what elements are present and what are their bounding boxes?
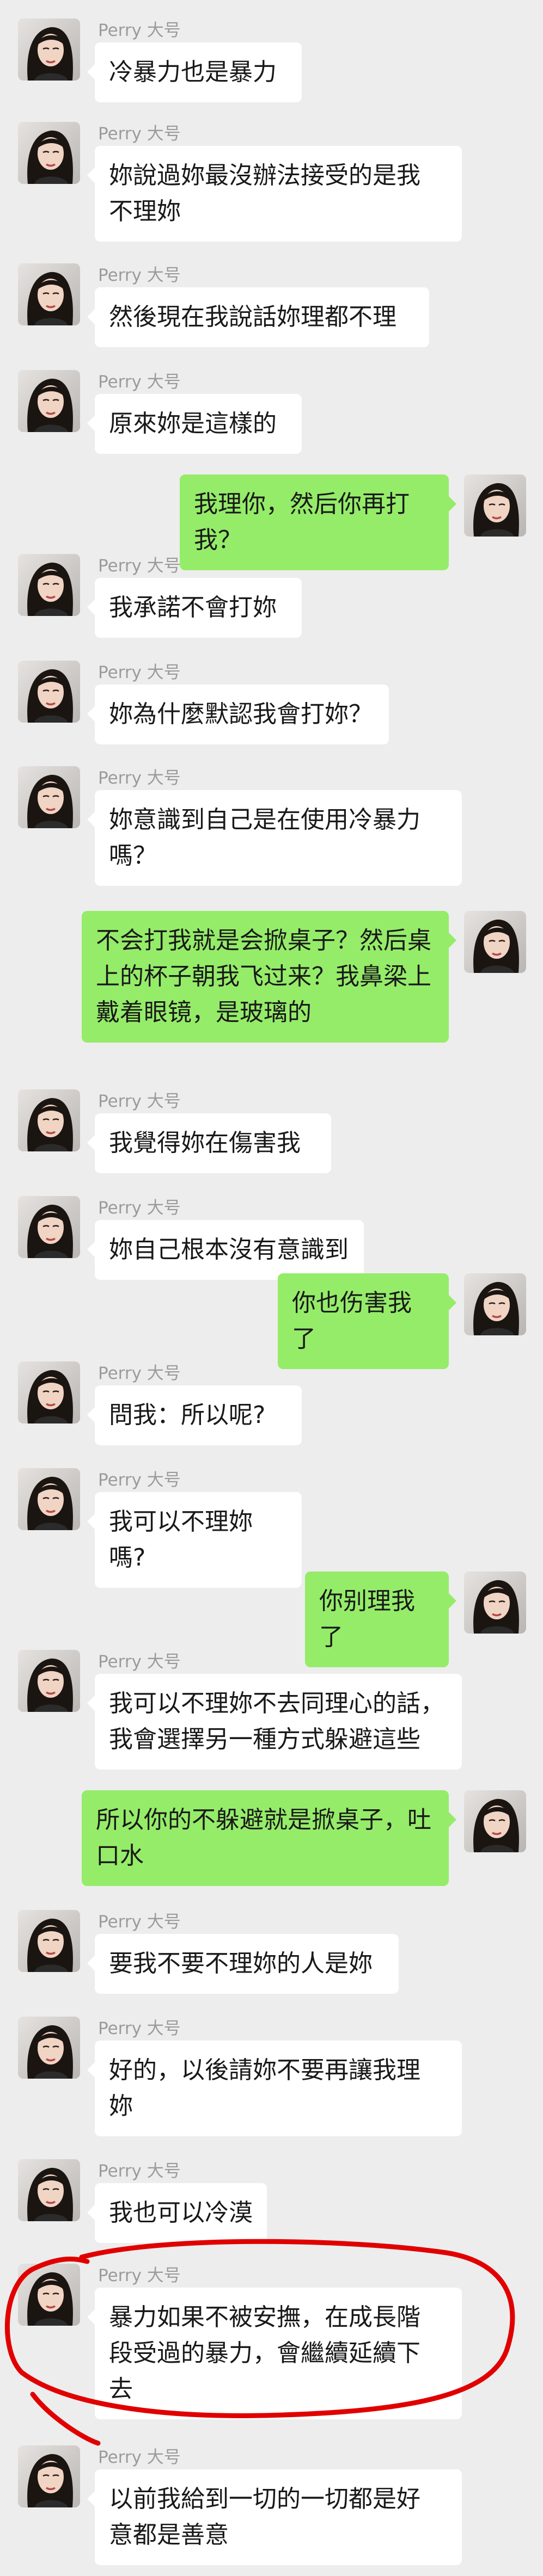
message-bubble[interactable]: 好的，以後請妳不要再讓我理 妳	[87, 2041, 462, 2136]
contact-avatar[interactable]	[18, 1196, 80, 1258]
contact-avatar[interactable]	[18, 19, 80, 81]
sender-name: Perry 大号	[98, 124, 181, 144]
contact-avatar[interactable]	[18, 2264, 80, 2326]
sender-name: Perry 大号	[98, 1912, 181, 1932]
contact-avatar[interactable]	[18, 2017, 80, 2079]
contact-avatar[interactable]	[18, 661, 80, 723]
sender-name: Perry 大号	[98, 2448, 181, 2467]
contact-avatar[interactable]	[18, 1361, 80, 1423]
my-avatar[interactable]	[464, 911, 526, 973]
sender-name: Perry 大号	[98, 1470, 181, 1490]
chat-message-list[interactable]: Perry 大号 冷暴力也是暴力 Perry 大号 妳說過妳最沒辦法接受的是我 不理妳…	[0, 0, 543, 2576]
contact-avatar[interactable]	[18, 1650, 80, 1712]
sender-name: Perry 大号	[98, 1364, 181, 1383]
contact-avatar[interactable]	[18, 370, 80, 432]
contact-avatar[interactable]	[18, 1468, 80, 1530]
sender-name: Perry 大号	[98, 663, 181, 682]
my-avatar[interactable]	[464, 474, 526, 537]
contact-avatar[interactable]	[18, 554, 80, 616]
message-bubble[interactable]: 暴力如果不被安撫，在成長階 段受過的暴力，會繼續延續下 去	[87, 2288, 462, 2419]
message-bubble[interactable]: 我可以不理妳不去同理心的話， 我會選擇另一種方式躲避這些	[87, 1674, 462, 1770]
message-bubble[interactable]: 以前我給到一切的一切都是好 意都是善意	[87, 2469, 462, 2565]
message-bubble[interactable]: 原來妳是這樣的	[87, 394, 302, 454]
contact-avatar[interactable]	[18, 2445, 80, 2507]
message-bubble[interactable]: 你别理我了	[305, 1572, 456, 1667]
sender-name: Perry 大号	[98, 1198, 181, 1218]
my-avatar[interactable]	[464, 1273, 526, 1335]
contact-avatar[interactable]	[18, 122, 80, 184]
contact-avatar[interactable]	[18, 1910, 80, 1972]
message-bubble[interactable]: 問我：所以呢?	[87, 1385, 302, 1445]
sender-name: Perry 大号	[98, 2266, 181, 2285]
sender-name: Perry 大号	[98, 1652, 181, 1672]
sender-name: Perry 大号	[98, 372, 181, 392]
message-bubble[interactable]: 妳為什麼默認我會打妳？	[87, 685, 389, 744]
message-bubble[interactable]: 我覺得妳在傷害我	[87, 1113, 331, 1173]
sender-name: Perry 大号	[98, 2019, 181, 2038]
message-bubble[interactable]: 要我不要不理妳的人是妳	[87, 1934, 399, 1994]
message-bubble[interactable]: 我也可以冷漠	[87, 2183, 267, 2243]
message-bubble[interactable]: 你也伤害我了	[278, 1273, 456, 1369]
my-avatar[interactable]	[464, 1572, 526, 1634]
message-bubble[interactable]: 妳說過妳最沒辦法接受的是我 不理妳	[87, 146, 462, 242]
my-avatar[interactable]	[464, 1790, 526, 1852]
message-bubble[interactable]: 我理你，然后你再打我？	[180, 474, 456, 570]
message-bubble[interactable]: 不会打我就是会掀桌子？然后桌 上的杯子朝我飞过来？我鼻梁上 戴着眼镜，是玻璃的	[82, 911, 456, 1043]
sender-name: Perry 大号	[98, 21, 181, 40]
contact-avatar[interactable]	[18, 263, 80, 325]
sender-name: Perry 大号	[98, 556, 181, 576]
message-bubble[interactable]: 我承諾不會打妳	[87, 578, 302, 638]
message-bubble[interactable]: 我可以不理妳嗎?	[87, 1492, 302, 1588]
contact-avatar[interactable]	[18, 2159, 80, 2221]
sender-name: Perry 大号	[98, 266, 181, 285]
message-bubble[interactable]: 冷暴力也是暴力	[87, 42, 302, 102]
sender-name: Perry 大号	[98, 768, 181, 788]
message-bubble[interactable]: 所以你的不躲避就是掀桌子，吐 口水	[82, 1790, 456, 1886]
sender-name: Perry 大号	[98, 2161, 181, 2181]
contact-avatar[interactable]	[18, 1089, 80, 1151]
sender-name: Perry 大号	[98, 1092, 181, 1111]
message-bubble[interactable]: 妳自己根本沒有意識到	[87, 1220, 364, 1280]
message-bubble[interactable]: 然後現在我說話妳理都不理	[87, 287, 429, 347]
contact-avatar[interactable]	[18, 766, 80, 828]
message-bubble[interactable]: 妳意識到自己是在使用冷暴力 嗎？	[87, 790, 462, 886]
